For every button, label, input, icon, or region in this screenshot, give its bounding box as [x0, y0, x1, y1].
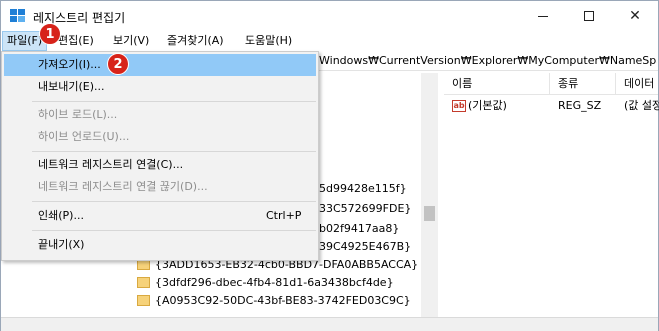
menu-item-disconnect-network-registry[interactable]: 네트워크 레지스트리 연결 끊기(D)...	[4, 176, 316, 198]
menu-item-print[interactable]: 인쇄(P)... Ctrl+P	[4, 205, 316, 227]
tree-vertical-scrollbar[interactable]	[421, 73, 438, 317]
step-badge-1: 1	[39, 23, 61, 45]
tree-item[interactable]: {A0953C92-50DC-43bf-BE83-3742FED03C9C}	[137, 291, 427, 310]
shortcut-label: Ctrl+P	[266, 209, 302, 222]
value-data: (값 설정	[624, 99, 659, 112]
column-header-name[interactable]: 이름	[444, 73, 550, 95]
menu-item-export[interactable]: 내보내기(E)...	[4, 76, 316, 98]
menu-item-print-label: 인쇄(P)...	[38, 209, 84, 222]
minimize-icon	[538, 15, 548, 17]
menu-separator	[32, 230, 316, 231]
value-type: REG_SZ	[558, 99, 602, 112]
tree-item-label: {3dfdf296-dbec-4fb4-81d1-6a3438bcf4de}	[155, 276, 394, 289]
folder-icon	[137, 277, 150, 288]
address-path[interactable]: Windows₩CurrentVersion₩Explorer₩MyComput…	[319, 54, 657, 67]
title-bar[interactable]: 레지스트리 편집기 ✕	[1, 1, 658, 31]
menu-view[interactable]: 보기(V)	[109, 31, 153, 51]
menu-separator	[32, 201, 316, 202]
registry-editor-window: 레지스트리 편집기 ✕ 파일(F) 편집(E) 보기(V) 즐겨찾기(A) 도움…	[0, 0, 659, 331]
maximize-icon	[584, 11, 594, 21]
folder-icon	[137, 295, 150, 306]
menu-separator	[32, 151, 316, 152]
tree-item-partial[interactable]: b02f9417aa8}	[319, 219, 399, 238]
close-icon: ✕	[629, 8, 641, 24]
value-list-pane[interactable]: 이름 종류 데이터 ab (기본값) REG_SZ (값 설정	[444, 73, 659, 317]
maximize-button[interactable]	[566, 1, 612, 31]
menu-bar: 파일(F) 편집(E) 보기(V) 즐겨찾기(A) 도움말(H)	[1, 31, 658, 51]
tree-item[interactable]: {3dfdf296-dbec-4fb4-81d1-6a3438bcf4de}	[137, 273, 427, 292]
scrollbar-thumb[interactable]	[424, 206, 435, 221]
menu-item-connect-network-registry[interactable]: 네트워크 레지스트리 연결(C)...	[4, 154, 316, 176]
column-header-type[interactable]: 종류	[550, 73, 616, 95]
menu-item-unload-hive[interactable]: 하이브 언로드(U)...	[4, 126, 316, 148]
value-row[interactable]: ab (기본값) REG_SZ (값 설정	[452, 97, 659, 115]
tree-item-label: {A0953C92-50DC-43bf-BE83-3742FED03C9C}	[155, 294, 411, 307]
step-badge-2: 2	[107, 53, 129, 75]
menu-item-load-hive[interactable]: 하이브 로드(L)...	[4, 104, 316, 126]
string-value-icon: ab	[452, 100, 466, 112]
tree-item-partial[interactable]: 33C572699FDE}	[319, 199, 411, 218]
status-bar	[1, 317, 658, 331]
close-button[interactable]: ✕	[612, 1, 658, 31]
menu-separator	[32, 101, 316, 102]
file-menu-dropdown: 가져오기(I)... 내보내기(E)... 하이브 로드(L)... 하이브 언…	[1, 51, 319, 261]
registry-editor-icon	[10, 9, 26, 24]
column-header-data[interactable]: 데이터	[616, 73, 658, 95]
menu-item-import[interactable]: 가져오기(I)...	[4, 54, 316, 76]
menu-help[interactable]: 도움말(H)	[241, 31, 296, 51]
tree-item-partial[interactable]: 5d99428e115f}	[319, 179, 407, 198]
minimize-button[interactable]	[520, 1, 566, 31]
value-name: (기본값)	[468, 99, 507, 112]
menu-item-exit[interactable]: 끝내기(X)	[4, 234, 316, 256]
menu-favorites[interactable]: 즐겨찾기(A)	[163, 31, 228, 51]
tree-item-partial[interactable]: 39C4925E467B}	[319, 237, 411, 256]
